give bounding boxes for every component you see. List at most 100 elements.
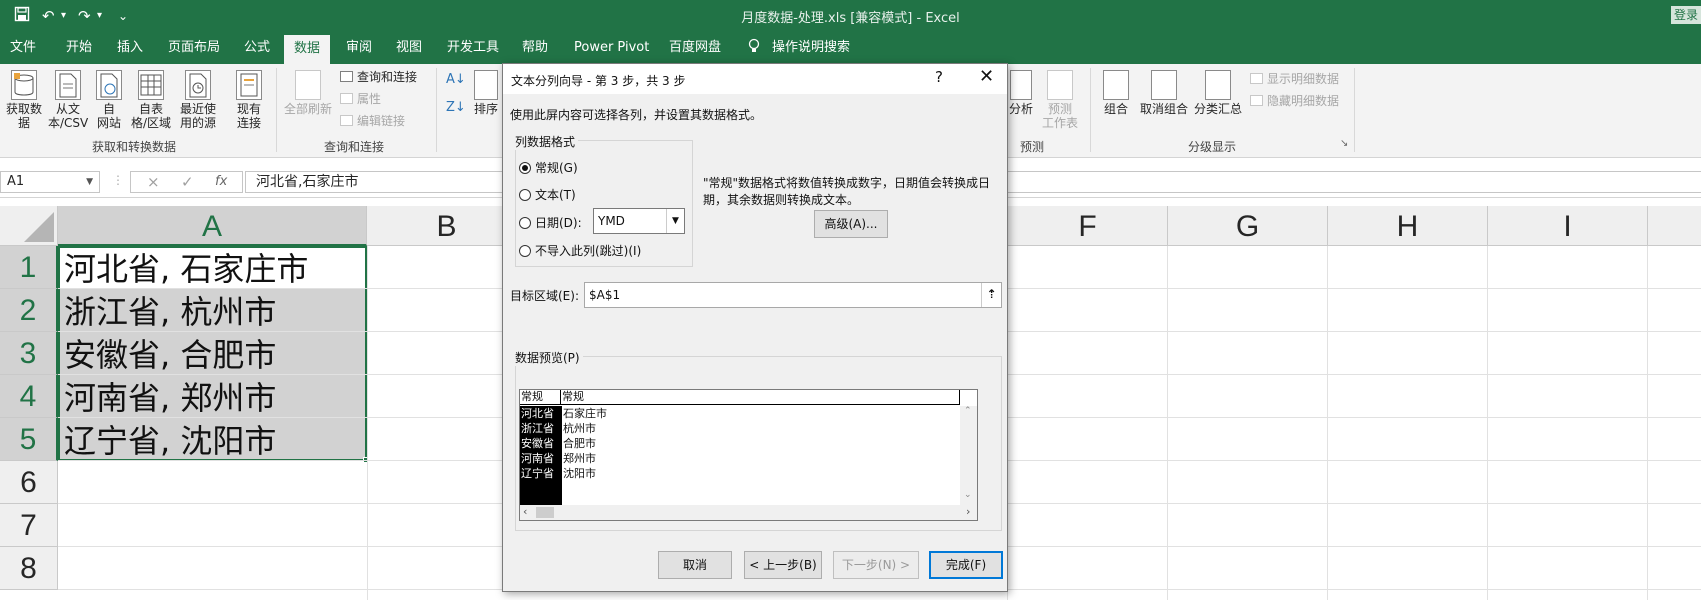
scroll-right-icon[interactable]: › [966,505,970,518]
back-button[interactable]: < 上一步(B) [744,551,822,579]
cell-a2[interactable]: 浙江省, 杭州市 [58,291,367,333]
ungroup-button[interactable]: 取消组合 [1136,70,1192,116]
advanced-button[interactable]: 高级(A)... [814,210,888,238]
window-title: 月度数据-处理.xls [兼容模式] - Excel [741,11,960,26]
column-header-a[interactable]: A [58,206,367,246]
dialog-launcher-icon[interactable]: ↘ [1340,138,1348,149]
tab-home[interactable]: 开始 [66,31,92,64]
recent-sources-button[interactable]: 最近使 用的源 [176,70,220,130]
column-gridline [1167,246,1168,600]
column-header-f[interactable]: F [1008,206,1168,246]
preview-col1-row2: 浙江省 [521,422,554,435]
edit-links-button[interactable]: 编辑链接 [340,112,405,129]
properties-button[interactable]: 属性 [340,90,381,107]
tab-page-layout[interactable]: 页面布局 [168,31,220,64]
chevron-down-icon[interactable]: ▼ [666,209,684,233]
tab-power-pivot[interactable]: Power Pivot [574,31,649,64]
from-table-button[interactable]: 自表 格/区域 [130,70,172,130]
subtotal-button[interactable]: 分类汇总 [1192,70,1244,116]
column-gridline [367,246,368,600]
scroll-up-icon[interactable]: ⌃ [964,406,972,416]
row-header-3[interactable]: 3 [0,332,58,375]
cancel-button[interactable]: 取消 [658,551,732,579]
radio-general-label: 常规(G) [535,161,578,175]
excel-window: ↶ ▾ ↷ ▾ ⌄ 月度数据-处理.xls [兼容模式] - Excel 登录 … [0,0,1701,600]
preview-vertical-scrollbar[interactable]: ⌃ ⌄ [960,406,977,505]
column-header-j[interactable] [1648,206,1701,246]
target-range-input[interactable]: $A$1 ⇡ [584,282,1002,308]
row-header-6[interactable]: 6 [0,461,58,504]
help-icon[interactable]: ? [935,68,943,86]
tab-data[interactable]: 数据 [284,35,331,64]
cell-a4[interactable]: 河南省, 郑州市 [58,377,367,419]
from-web-button[interactable]: 自 网站 [92,70,126,130]
chevron-down-icon[interactable]: ▼ [86,172,93,192]
sort-ascending-icon[interactable]: A↓ [446,72,466,87]
column-gridline [1647,246,1648,600]
dialog-title-bar: 文本分列向导 - 第 3 步，共 3 步 ? ✕ [503,64,1007,94]
column-header-g[interactable]: G [1168,206,1328,246]
tab-baidu-netdisk[interactable]: 百度网盘 [669,31,721,64]
insert-function-icon[interactable]: fx [215,172,227,192]
row-header-7[interactable]: 7 [0,504,58,547]
radio-general[interactable]: 常规(G) [519,159,578,176]
properties-label: 属性 [357,92,382,106]
row-header-2[interactable]: 2 [0,289,58,332]
scroll-left-icon[interactable]: ‹ [523,505,527,518]
name-box-value: A1 [7,174,25,189]
hide-detail-button[interactable]: 隐藏明细数据 [1250,92,1339,109]
login-button[interactable]: 登录 [1671,6,1701,24]
queries-connections-button[interactable]: 查询和连接 [340,68,417,85]
tab-developer[interactable]: 开发工具 [447,31,499,64]
preview-horizontal-scrollbar[interactable]: ‹ › [520,505,977,520]
tab-help[interactable]: 帮助 [522,31,548,64]
row-header-1[interactable]: 1 [0,246,58,289]
radio-skip[interactable]: 不导入此列(跳过)(I) [519,242,641,259]
title-bar: ↶ ▾ ↷ ▾ ⌄ 月度数据-处理.xls [兼容模式] - Excel 登录 [0,0,1701,31]
horizontal-scroll-thumb[interactable] [536,507,554,518]
column-header-i[interactable]: I [1488,206,1648,246]
collapse-dialog-icon[interactable]: ⇡ [981,283,1001,307]
tab-review[interactable]: 审阅 [346,31,372,64]
close-icon[interactable]: ✕ [979,66,994,87]
from-web-label: 自 网站 [96,102,121,130]
cell-a3[interactable]: 安徽省, 合肥市 [58,334,367,376]
finish-button[interactable]: 完成(F) [929,551,1003,579]
forecast-sheet-button[interactable]: 预测 工作表 [1038,70,1082,130]
what-if-analysis-button[interactable]: 分析 [1006,70,1036,116]
cell-a5[interactable]: 辽宁省, 沈阳市 [58,420,367,462]
tab-formulas[interactable]: 公式 [244,31,270,64]
cell-a1[interactable]: 河北省, 石家庄市 [58,248,367,290]
data-preview-area[interactable]: 常规 常规 河北省 浙江省 安徽省 河南省 辽宁省 石家庄市 杭州市 合肥市 郑… [519,389,978,521]
scroll-down-icon[interactable]: ⌄ [964,490,972,500]
refresh-all-button[interactable]: 全部刷新 [282,70,334,116]
select-all-corner[interactable] [0,206,58,246]
row-header-4[interactable]: 4 [0,375,58,418]
formula-bar-splitter-icon[interactable]: ⋮ [112,173,124,187]
show-detail-button[interactable]: 显示明细数据 [1250,70,1339,87]
row-header-5[interactable]: 5 [0,418,58,461]
cancel-icon[interactable]: × [147,172,160,192]
tell-me-search[interactable]: 操作说明搜索 [772,31,850,64]
name-box[interactable]: A1 ▼ [0,171,100,193]
radio-text[interactable]: 文本(T) [519,186,576,203]
enter-icon[interactable]: ✓ [181,172,194,192]
tab-file[interactable]: 文件 [10,31,36,64]
text-file-icon [55,70,81,100]
from-text-csv-button[interactable]: 从文 本/CSV [48,70,88,130]
ribbon-separator [1354,68,1355,152]
tab-view[interactable]: 视图 [396,31,422,64]
sort-button[interactable]: 排序 [472,70,500,116]
sort-descending-icon[interactable]: Z↓ [446,100,466,115]
row-header-8[interactable]: 8 [0,547,58,590]
group-button[interactable]: 组合 [1098,70,1134,116]
radio-date[interactable]: 日期(D): [519,214,582,231]
preview-col2-header[interactable]: 常规 [561,390,960,405]
get-data-button[interactable]: 获取数 据 [2,70,46,130]
column-header-h[interactable]: H [1328,206,1488,246]
date-format-select[interactable]: YMD ▼ [593,208,685,234]
tab-insert[interactable]: 插入 [117,31,143,64]
existing-connections-button[interactable]: 现有 连接 [232,70,266,130]
next-button[interactable]: 下一步(N) > [833,551,919,579]
preview-col1-header[interactable]: 常规 [520,390,561,405]
